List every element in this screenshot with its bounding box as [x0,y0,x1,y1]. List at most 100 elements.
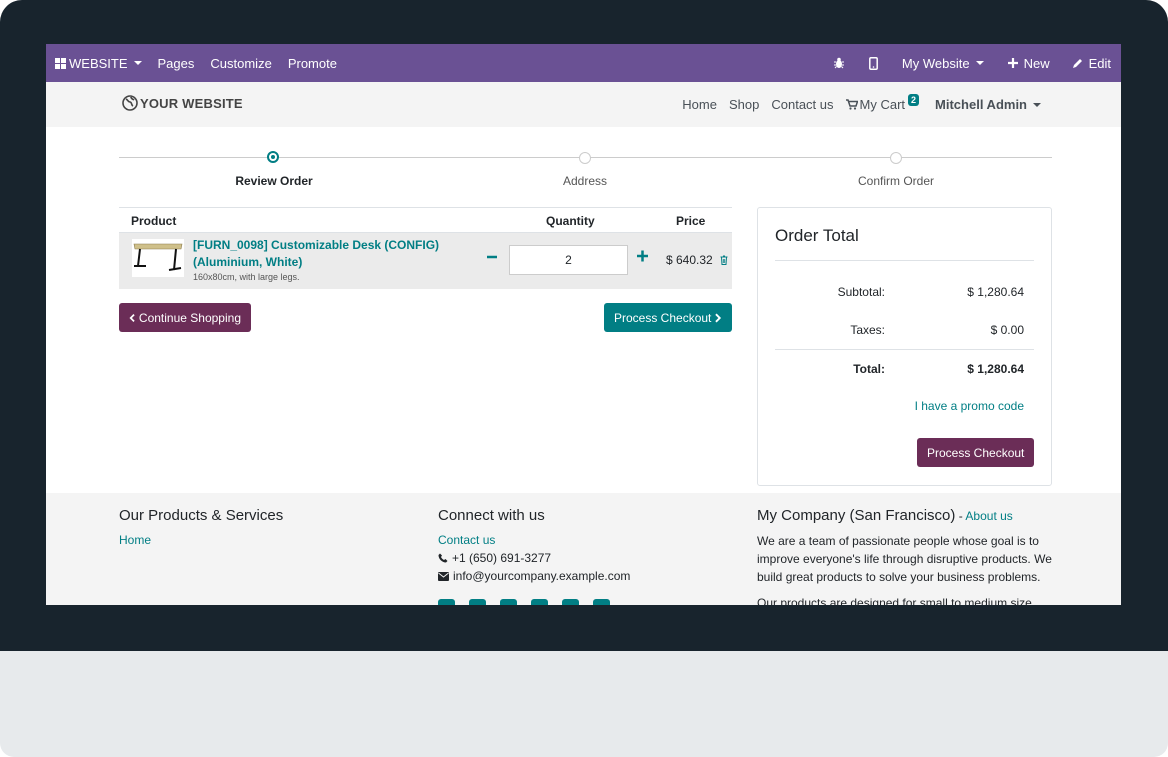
instagram-icon[interactable] [593,599,610,605]
nav-cart[interactable]: My Cart 2 [840,93,926,112]
continue-shopping-button[interactable]: Continue Shopping [119,303,251,332]
footer-about-link[interactable]: About us [965,509,1012,523]
my-website-label: My Website [901,55,970,71]
phone-icon [438,553,448,563]
footer-email: info@yourcompany.example.com [438,567,630,585]
my-website-menu[interactable]: My Website [890,44,996,82]
product-description: 160x80cm, with large legs. [193,272,300,282]
cart-table-header: Product Quantity Price [119,207,732,233]
social-links [438,599,610,605]
col-product: Product [131,214,177,228]
plus-icon [637,250,648,262]
footer-company-name: My Company (San Francisco) [757,507,956,524]
globe-icon [122,95,138,111]
total-label: Total: [853,362,885,376]
nav-home[interactable]: Home [676,97,723,112]
cart-table: Product Quantity Price [FURN_0098] Custo… [119,207,732,289]
cart-icon [845,99,858,110]
footer-products-column: Our Products & Services Home [119,507,283,549]
mobile-icon [868,56,878,70]
col-quantity: Quantity [546,214,595,228]
taxes-label: Taxes: [850,323,885,337]
footer-company-more-text: Our products are designed for small to m… [757,596,1032,605]
subtotal-label: Subtotal: [837,285,885,299]
footer-company-title: My Company (San Francisco) - About us [757,507,1052,525]
footer-connect-column: Connect with us Contact us +1 (650) 691-… [438,507,630,585]
customize-menu[interactable]: Customize [202,44,279,82]
process-checkout-button[interactable]: Process Checkout [604,303,732,332]
step-dot-address [579,152,591,164]
footer-company-text: We are a team of passionate people whose… [757,534,1052,584]
footer-phone-text: +1 (650) 691-3277 [452,551,552,565]
footer-contact-link[interactable]: Contact us [438,531,630,549]
process-checkout-label: Process Checkout [614,310,712,325]
facebook-icon[interactable] [438,599,455,605]
linkedin-icon[interactable] [500,599,517,605]
taxes-value: $ 0.00 [990,323,1024,337]
pages-menu[interactable]: Pages [150,44,203,82]
chevron-right-icon [715,313,722,322]
cart-label: My Cart [859,97,906,112]
decrease-quantity-button[interactable] [487,247,497,268]
nav-shop[interactable]: Shop [723,97,765,112]
promote-menu[interactable]: Promote [280,44,345,82]
website-menu[interactable]: WEBSITE [47,44,150,82]
footer-home-link[interactable]: Home [119,531,283,549]
envelope-icon [438,571,449,581]
trash-icon[interactable] [720,255,728,265]
nav-contact[interactable]: Contact us [765,97,839,112]
edit-button[interactable]: Edit [1062,44,1121,82]
step-confirm-order[interactable]: Confirm Order [858,174,934,188]
col-price: Price [676,214,706,228]
site-footer: Our Products & Services Home Connect wit… [46,493,1121,605]
minus-icon [487,255,497,259]
apps-grid-icon [55,57,66,69]
footer-company-column: My Company (San Francisco) - About us We… [757,507,1052,605]
site-logo[interactable]: YOUR WEBSITE [122,95,243,111]
browser-screen: WEBSITE Pages Customize Promote My Websi… [46,44,1121,605]
quantity-input[interactable] [509,245,628,275]
footer-email-text: info@yourcompany.example.com [453,569,631,583]
logo-text: YOUR WEBSITE [140,95,243,111]
odoo-topbar: WEBSITE Pages Customize Promote My Websi… [46,44,1121,82]
chevron-left-icon [129,313,135,322]
site-nav: Home Shop Contact us My Cart 2 Mitchell … [676,82,1047,127]
plus-icon [1007,58,1018,68]
user-menu[interactable]: Mitchell Admin [929,97,1047,112]
new-button[interactable]: New [996,44,1062,82]
product-name-link[interactable]: [FURN_0098] Customizable Desk (CONFIG) (… [193,237,463,271]
bug-icon [833,57,844,69]
footer-title-separator: - [955,509,966,523]
youtube-icon[interactable] [531,599,548,605]
footer-phone: +1 (650) 691-3277 [438,549,630,567]
step-dot-confirm [890,152,902,164]
product-image[interactable] [132,239,184,277]
debug-button[interactable] [821,44,857,82]
increase-quantity-button[interactable] [637,246,648,267]
device-base [0,651,1168,757]
step-address[interactable]: Address [563,174,607,188]
twitter-icon[interactable] [469,599,486,605]
promo-code-link[interactable]: I have a promo code [915,399,1024,413]
total-value: $ 1,280.64 [967,362,1024,376]
order-total-title: Order Total [775,226,859,245]
edit-label: Edit [1088,55,1111,71]
process-checkout-button-summary[interactable]: Process Checkout [917,438,1034,467]
chevron-down-icon [1033,102,1041,107]
step-review-order[interactable]: Review Order [235,174,312,188]
continue-shopping-label: Continue Shopping [138,310,241,325]
new-label: New [1023,55,1050,71]
github-icon[interactable] [562,599,579,605]
pencil-icon [1072,58,1082,68]
divider [775,349,1034,350]
cart-count-badge: 2 [908,93,920,106]
website-menu-label: WEBSITE [69,55,128,71]
chevron-down-icon [975,61,984,65]
user-name: Mitchell Admin [935,97,1027,112]
step-dot-review [267,151,279,163]
desk-icon [133,243,183,271]
mobile-preview-button[interactable] [857,44,890,82]
chevron-down-icon [133,61,142,65]
subtotal-value: $ 1,280.64 [967,285,1024,299]
footer-connect-title: Connect with us [438,507,545,524]
